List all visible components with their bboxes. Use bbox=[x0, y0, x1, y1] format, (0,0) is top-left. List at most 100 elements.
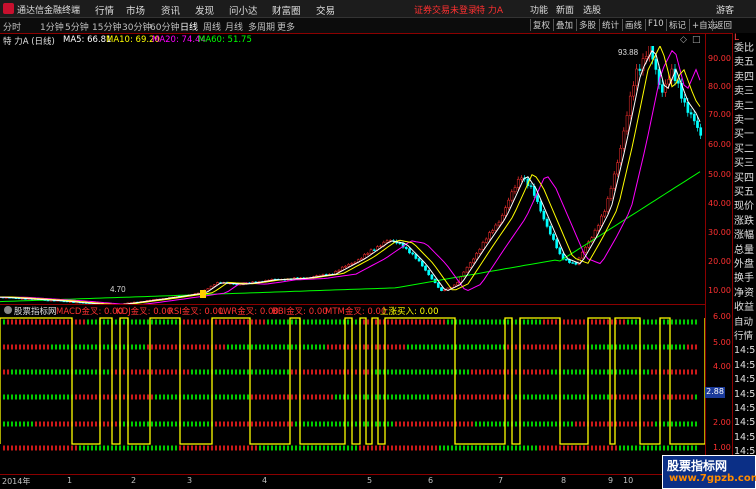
period-5min[interactable]: 5分钟 bbox=[65, 20, 89, 33]
period-timeshare[interactable]: 分时 bbox=[3, 20, 21, 33]
panel-item: 14:5 bbox=[734, 374, 755, 386]
candle-body bbox=[520, 178, 522, 179]
candle-body bbox=[696, 121, 698, 128]
restore-rights-button[interactable]: 复权 bbox=[530, 19, 550, 31]
menu-function[interactable]: 功能 bbox=[530, 3, 548, 16]
overlay-button[interactable]: 叠加 bbox=[553, 19, 573, 31]
candle-body bbox=[626, 115, 628, 131]
panel-item: 14:5 bbox=[734, 345, 755, 357]
panel-item: 14:5 bbox=[734, 360, 755, 372]
multi-stock-button[interactable]: 多股 bbox=[576, 19, 596, 31]
candle-body bbox=[540, 202, 542, 212]
ytick: 70.00 bbox=[708, 110, 731, 119]
candle-body bbox=[616, 163, 618, 174]
candle-body bbox=[530, 186, 532, 187]
candle-body bbox=[440, 287, 442, 290]
candle-body bbox=[517, 179, 519, 187]
menu-stock-pick[interactable]: 选股 bbox=[583, 3, 601, 16]
candle-body bbox=[700, 128, 702, 136]
event-marker-icon bbox=[200, 290, 206, 298]
panel-item: 14:5 bbox=[734, 389, 755, 401]
candle-body bbox=[613, 174, 615, 188]
menu-quotes[interactable]: 行情 bbox=[95, 3, 114, 17]
mark-button[interactable]: 标记 bbox=[666, 19, 686, 31]
menu-wealth[interactable]: 财富圈 bbox=[272, 3, 301, 17]
candle-body bbox=[581, 252, 583, 258]
candle-body bbox=[476, 253, 478, 259]
month-label: 10 bbox=[623, 476, 633, 485]
candle-body bbox=[552, 234, 554, 239]
period-15min[interactable]: 15分钟 bbox=[92, 20, 121, 33]
panel-item: 买三 bbox=[734, 158, 754, 170]
candle-body bbox=[508, 200, 510, 208]
candle-body bbox=[604, 212, 606, 217]
menu-ask[interactable]: 问小达 bbox=[229, 3, 258, 17]
candle-body bbox=[690, 113, 692, 115]
candle-body bbox=[466, 267, 468, 272]
menu-new[interactable]: 新面 bbox=[556, 3, 574, 16]
ind-ytick: 4.00 bbox=[713, 362, 731, 371]
ytick: 30.00 bbox=[708, 228, 731, 237]
panel-item: 卖三 bbox=[734, 86, 754, 98]
month-label: 5 bbox=[367, 476, 372, 485]
menu-news[interactable]: 资讯 bbox=[161, 3, 180, 17]
candle-body bbox=[207, 289, 209, 290]
candle-body bbox=[367, 253, 369, 254]
indicator-chart[interactable] bbox=[0, 316, 705, 474]
candle-body bbox=[556, 240, 558, 248]
menu-market[interactable]: 市场 bbox=[126, 3, 145, 17]
ind-ytick: 2.00 bbox=[713, 418, 731, 427]
period-monthly[interactable]: 月线 bbox=[225, 20, 243, 33]
period-daily[interactable]: 日线 bbox=[180, 20, 198, 33]
panel-item: 委比 bbox=[734, 43, 754, 55]
period-more[interactable]: 更多 bbox=[277, 20, 295, 33]
menu-discover[interactable]: 发现 bbox=[195, 3, 214, 17]
candle-body bbox=[399, 243, 401, 244]
period-multi[interactable]: 多周期 bbox=[248, 20, 275, 33]
price-chart[interactable]: 93.88 4.70 bbox=[0, 46, 705, 304]
candle-body bbox=[504, 208, 506, 216]
period-1min[interactable]: 1分钟 bbox=[40, 20, 64, 33]
panel-item: 卖二 bbox=[734, 101, 754, 113]
candle-body bbox=[610, 188, 612, 198]
candle-body bbox=[549, 226, 551, 234]
candle-body bbox=[632, 86, 634, 96]
panel-item: 涨跌 bbox=[734, 216, 754, 228]
menu-trade[interactable]: 交易 bbox=[316, 3, 335, 17]
candle-body bbox=[492, 231, 494, 233]
y-axis bbox=[705, 33, 733, 473]
month-label: 1 bbox=[67, 476, 72, 485]
app-logo-icon bbox=[3, 3, 14, 14]
candle-body bbox=[639, 69, 641, 71]
maximize-icon[interactable]: □ bbox=[692, 35, 701, 45]
candle-body bbox=[408, 249, 410, 253]
current-value-badge: 2.88 bbox=[705, 387, 725, 398]
candle-body bbox=[373, 250, 375, 251]
panel-item: 卖五 bbox=[734, 57, 754, 69]
login-warning[interactable]: 证券交易未登录 bbox=[414, 3, 477, 16]
high-price-label: 93.88 bbox=[618, 48, 639, 57]
year-label: 2014年 bbox=[2, 476, 30, 487]
month-label: 3 bbox=[187, 476, 192, 485]
stock-name: 特 力A bbox=[476, 3, 503, 16]
candle-body bbox=[460, 277, 462, 283]
candle-body bbox=[514, 187, 516, 191]
f10-button[interactable]: F10 bbox=[645, 19, 664, 31]
candle-body bbox=[597, 226, 599, 231]
menu-guest[interactable]: 游客 bbox=[716, 3, 734, 16]
back-button[interactable]: 返回 bbox=[712, 19, 732, 31]
period-weekly[interactable]: 周线 bbox=[203, 20, 221, 33]
statistics-button[interactable]: 统计 bbox=[599, 19, 619, 31]
draw-line-button[interactable]: 画线 bbox=[622, 19, 642, 31]
panel-item: 14:5 bbox=[734, 432, 755, 444]
settings-icon[interactable] bbox=[4, 306, 12, 314]
panel-item: 14:5 bbox=[734, 403, 755, 415]
candle-body bbox=[412, 253, 414, 254]
expand-icon[interactable]: ◇ bbox=[680, 35, 687, 45]
period-30min[interactable]: 30分钟 bbox=[122, 20, 151, 33]
candle-body bbox=[543, 211, 545, 219]
low-price-label: 4.70 bbox=[110, 285, 126, 294]
candle-body bbox=[636, 69, 638, 86]
period-60min[interactable]: 60分钟 bbox=[150, 20, 179, 33]
candle-body bbox=[348, 264, 350, 266]
